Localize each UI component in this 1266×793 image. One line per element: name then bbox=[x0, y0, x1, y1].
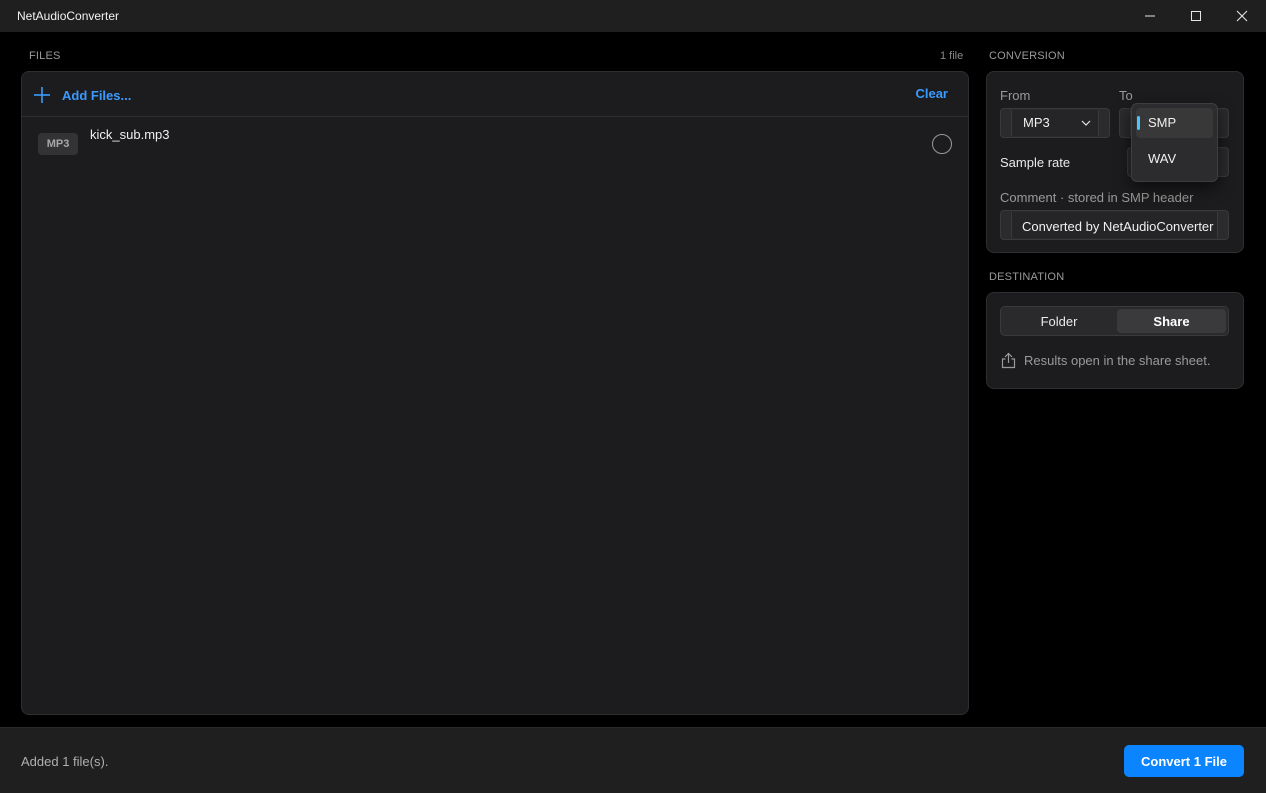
comment-input[interactable] bbox=[1022, 215, 1222, 237]
plus-icon bbox=[34, 87, 50, 103]
clear-button[interactable]: Clear bbox=[915, 86, 948, 101]
window-title: NetAudioConverter bbox=[17, 9, 120, 23]
share-icon bbox=[1001, 352, 1016, 369]
files-panel: Add Files... Clear MP3 kick_sub.mp3 bbox=[21, 71, 969, 715]
files-section-label: FILES bbox=[29, 50, 61, 62]
dropdown-option-label: SMP bbox=[1148, 115, 1177, 130]
destination-share-option[interactable]: Share bbox=[1117, 309, 1226, 333]
maximize-icon bbox=[1191, 11, 1201, 21]
comment-label: Comment · stored in SMP header bbox=[1000, 190, 1194, 205]
files-toolbar: Add Files... Clear bbox=[22, 72, 968, 117]
file-count: 1 file bbox=[940, 50, 964, 62]
convert-button[interactable]: Convert 1 File bbox=[1124, 745, 1244, 777]
add-files-button[interactable]: Add Files... bbox=[33, 83, 131, 107]
dropdown-option-smp[interactable]: SMP bbox=[1136, 108, 1213, 138]
conversion-section-label: CONVERSION bbox=[989, 50, 1065, 62]
destination-info-text: Results open in the share sheet. bbox=[1024, 353, 1211, 368]
minimize-button[interactable] bbox=[1127, 0, 1173, 32]
title-bar: NetAudioConverter bbox=[0, 0, 1266, 32]
maximize-button[interactable] bbox=[1173, 0, 1219, 32]
chevron-down-icon bbox=[1081, 120, 1091, 126]
format-badge: MP3 bbox=[38, 133, 78, 155]
sample-rate-label: Sample rate bbox=[1000, 155, 1071, 170]
selection-indicator bbox=[1137, 116, 1140, 130]
to-label: To bbox=[1119, 88, 1133, 103]
dropdown-option-label: WAV bbox=[1148, 151, 1177, 166]
bottom-bar: Added 1 file(s). Convert 1 File bbox=[0, 727, 1266, 793]
add-files-label: Add Files... bbox=[62, 87, 132, 103]
status-text: Added 1 file(s). bbox=[21, 754, 109, 769]
comment-field[interactable] bbox=[1000, 210, 1229, 240]
to-format-dropdown: SMP WAV bbox=[1131, 103, 1218, 182]
destination-section-label: DESTINATION bbox=[989, 271, 1065, 283]
close-icon bbox=[1236, 10, 1248, 22]
minimize-icon bbox=[1145, 15, 1155, 17]
from-label: From bbox=[1000, 88, 1031, 103]
file-list-item[interactable]: MP3 kick_sub.mp3 bbox=[22, 117, 968, 173]
destination-segmented-control: Folder Share bbox=[1000, 306, 1229, 336]
file-name: kick_sub.mp3 bbox=[90, 127, 170, 142]
from-format-select[interactable]: MP3 bbox=[1000, 108, 1110, 138]
destination-info: Results open in the share sheet. bbox=[1001, 352, 1210, 369]
close-button[interactable] bbox=[1219, 0, 1265, 32]
dropdown-option-wav[interactable]: WAV bbox=[1136, 144, 1213, 174]
from-format-value: MP3 bbox=[1023, 115, 1050, 130]
file-select-radio[interactable] bbox=[932, 134, 952, 154]
destination-folder-option[interactable]: Folder bbox=[1003, 309, 1115, 333]
